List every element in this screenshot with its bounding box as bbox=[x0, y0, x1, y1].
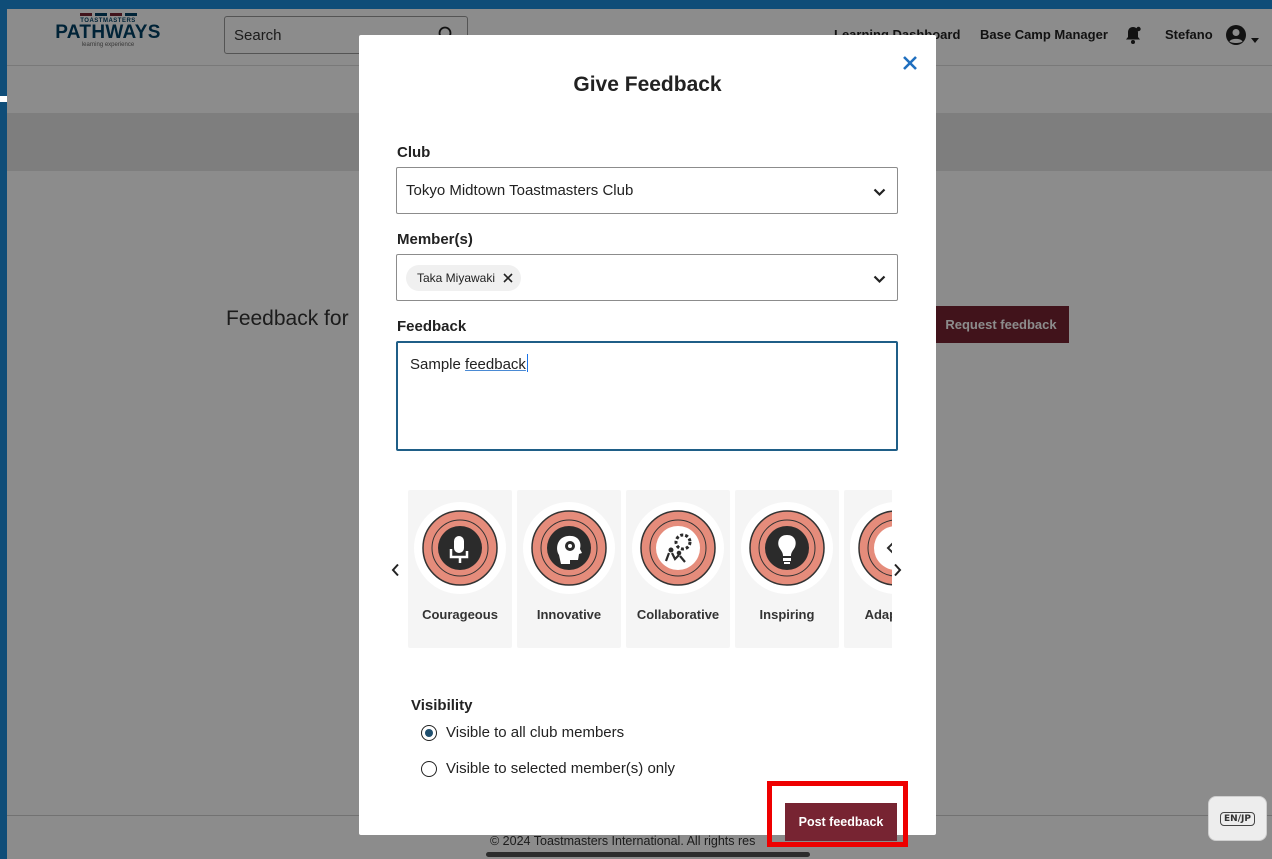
badge-carousel: Courageous Innovative Collaborative Insp… bbox=[385, 490, 905, 648]
feedback-label: Feedback bbox=[397, 318, 467, 335]
badge-label: Inspiring bbox=[759, 607, 815, 622]
language-toggle-button[interactable]: EN/JP bbox=[1208, 796, 1267, 841]
members-select[interactable]: Taka Miyawaki bbox=[396, 254, 898, 301]
feedback-text-first: Sample bbox=[410, 356, 466, 373]
visibility-all-option[interactable]: Visible to all club members bbox=[421, 724, 624, 741]
remove-chip-icon[interactable] bbox=[503, 272, 513, 283]
club-select[interactable]: Tokyo Midtown Toastmasters Club bbox=[396, 167, 898, 214]
carousel-prev-icon[interactable] bbox=[387, 560, 403, 580]
member-chip-label: Taka Miyawaki bbox=[417, 270, 496, 285]
badge-card-courageous[interactable]: Courageous bbox=[408, 490, 512, 648]
close-icon[interactable] bbox=[899, 52, 921, 74]
member-chip: Taka Miyawaki bbox=[406, 264, 522, 291]
modal-title: Give Feedback bbox=[573, 73, 722, 96]
badge-track: Courageous Innovative Collaborative Insp… bbox=[408, 490, 892, 648]
members-label: Member(s) bbox=[397, 231, 473, 248]
radio-selected[interactable] bbox=[421, 724, 437, 741]
badge-label: Adaptable bbox=[864, 607, 892, 622]
visibility-all-label: Visible to all club members bbox=[446, 724, 625, 741]
chevron-down-icon[interactable] bbox=[873, 184, 886, 201]
visibility-selected-label: Visible to selected member(s) only bbox=[446, 760, 675, 777]
text-caret bbox=[526, 354, 528, 372]
arrows-icon bbox=[858, 510, 892, 586]
feedback-textarea[interactable]: Sample feedback bbox=[396, 341, 898, 451]
give-feedback-modal: Give Feedback Club Tokyo Midtown Toastma… bbox=[359, 35, 936, 835]
adaptable-badge-ring bbox=[850, 502, 892, 594]
innovative-badge-ring bbox=[523, 502, 615, 594]
radio-unselected[interactable] bbox=[421, 760, 437, 777]
visibility-label: Visibility bbox=[411, 697, 473, 714]
chevron-down-icon[interactable] bbox=[873, 271, 886, 288]
badge-card-inspiring[interactable]: Inspiring bbox=[735, 490, 839, 648]
club-label: Club bbox=[397, 144, 431, 161]
lightbulb-icon bbox=[749, 510, 825, 586]
collaborative-badge-ring bbox=[632, 502, 724, 594]
scroll-handle[interactable] bbox=[486, 852, 810, 857]
feedback-text-second: feedback bbox=[465, 356, 526, 373]
post-feedback-button[interactable]: Post feedback bbox=[785, 803, 897, 841]
gears-people-icon bbox=[640, 510, 716, 586]
carousel-next-icon[interactable] bbox=[889, 560, 905, 580]
badge-card-collaborative[interactable]: Collaborative bbox=[626, 490, 730, 648]
top-stripe bbox=[0, 0, 1272, 9]
club-value: Tokyo Midtown Toastmasters Club bbox=[406, 182, 634, 199]
badge-label: Innovative bbox=[536, 607, 602, 622]
badge-card-adaptable[interactable]: Adaptable bbox=[844, 490, 892, 648]
language-toggle-label: EN/JP bbox=[1220, 811, 1255, 826]
courageous-badge-ring bbox=[414, 502, 506, 594]
head-gears-icon bbox=[531, 510, 607, 586]
edge-mark bbox=[0, 96, 7, 102]
mic-fist-icon bbox=[422, 510, 498, 586]
badge-card-innovative[interactable]: Innovative bbox=[517, 490, 621, 648]
inspiring-badge-ring bbox=[741, 502, 833, 594]
badge-label: Courageous bbox=[422, 607, 498, 622]
visibility-selected-option[interactable]: Visible to selected member(s) only bbox=[421, 760, 675, 777]
badge-label: Collaborative bbox=[636, 607, 720, 622]
